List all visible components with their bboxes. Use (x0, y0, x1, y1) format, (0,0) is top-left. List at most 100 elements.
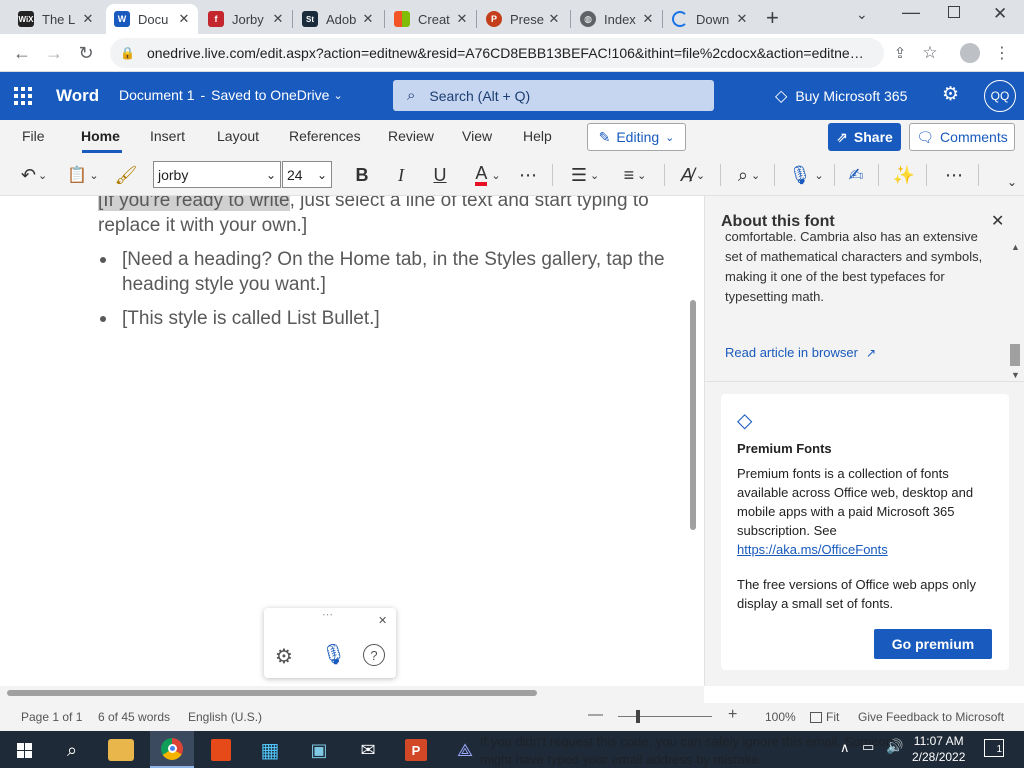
list-item[interactable]: [This style is called List Bullet.] (98, 306, 688, 331)
app-icon[interactable]: ⟁ (450, 735, 480, 765)
fit-button[interactable]: Fit (810, 710, 839, 724)
help-icon[interactable]: ? (363, 644, 385, 666)
drag-handle[interactable]: ⋯ (322, 608, 333, 621)
font-color-button[interactable]: A ⌄ (468, 163, 508, 187)
avatar[interactable]: QQ (984, 80, 1016, 112)
app-name[interactable]: Word (56, 86, 99, 106)
mail-icon[interactable]: ✉ (353, 735, 383, 765)
search-icon[interactable]: ⌕ (57, 735, 87, 765)
close-tab-icon[interactable]: ✕ (270, 11, 286, 27)
search-box[interactable]: ⌕ Search (Alt + Q) (393, 80, 714, 111)
browser-tab-6[interactable]: P Prese ✕ (478, 4, 568, 34)
share-button[interactable]: ⇗ Share (828, 123, 901, 151)
tab-view[interactable]: View (462, 128, 492, 144)
tab-review[interactable]: Review (388, 128, 434, 144)
undo-button[interactable]: ↶ ⌄ (16, 163, 52, 187)
comments-button[interactable]: 🗨 Comments (909, 123, 1015, 151)
buildings-icon[interactable]: ▦ (255, 735, 285, 765)
minimize-icon[interactable]: — (902, 2, 920, 23)
more-commands-icon[interactable]: ⋯ (942, 163, 966, 187)
file-explorer-icon[interactable] (108, 739, 134, 761)
bold-icon[interactable]: B (350, 163, 374, 187)
italic-icon[interactable]: I (389, 163, 413, 187)
horizontal-scrollbar-thumb[interactable] (7, 690, 537, 696)
notification-center-icon[interactable]: 1 (984, 739, 1004, 757)
paste-button[interactable]: 📋 ⌄ (64, 163, 102, 187)
volume-icon[interactable]: 🔊 (886, 738, 903, 755)
reload-icon[interactable]: ↻ (74, 41, 98, 65)
list-item[interactable]: [Need a heading? On the Home tab, in the… (98, 247, 688, 297)
go-premium-button[interactable]: Go premium (874, 629, 992, 659)
close-tab-icon[interactable]: ✕ (454, 11, 470, 27)
align-button[interactable]: ≡ ⌄ (616, 163, 654, 187)
font-size-box[interactable]: 24 ⌄ (282, 161, 332, 188)
panel-scroll-area[interactable]: comfortable. Cambria also has an extensi… (725, 232, 995, 372)
tab-search-icon[interactable]: ⌄ (856, 6, 868, 23)
dictate-button[interactable]: 🎙 ⌄ (786, 163, 826, 187)
network-app-icon[interactable]: ▣ (304, 735, 334, 765)
forward-icon[interactable]: → (42, 41, 66, 65)
dictation-settings-icon[interactable]: ⚙ (275, 644, 293, 669)
scroll-up-icon[interactable]: ▲ (1011, 242, 1020, 252)
bullets-button[interactable]: ☰ ⌄ (566, 163, 604, 187)
chrome-icon[interactable] (150, 731, 194, 768)
new-tab-icon[interactable]: + (766, 5, 779, 31)
close-tab-icon[interactable]: ✕ (640, 11, 656, 27)
word-count[interactable]: 6 of 45 words (98, 710, 170, 724)
panel-scrollbar-thumb[interactable] (1010, 344, 1020, 366)
back-icon[interactable]: ← (10, 41, 34, 65)
editing-mode-button[interactable]: ✎ Editing ⌄ (587, 123, 686, 151)
browser-tab-4[interactable]: St Adob ✕ (294, 4, 382, 34)
document-vertical-scrollbar[interactable] (690, 300, 696, 530)
browser-tab-8[interactable]: Down ✕ (664, 4, 756, 34)
zoom-slider[interactable] (618, 716, 712, 717)
language[interactable]: English (U.S.) (188, 710, 262, 724)
styles-button[interactable]: A̸ ⌄ (674, 163, 712, 187)
browser-tab-1[interactable]: WiX The L ✕ (10, 4, 102, 34)
office-fonts-link[interactable]: https://aka.ms/OfficeFonts (737, 542, 888, 557)
paragraph[interactable]: [If you're ready to write, just select a… (98, 196, 688, 238)
tab-layout[interactable]: Layout (217, 128, 259, 144)
scroll-down-icon[interactable]: ▼ (1011, 370, 1020, 380)
editor-icon[interactable]: ✍ (844, 163, 868, 187)
clock[interactable]: 11:07 AM 2/28/2022 (912, 733, 965, 765)
share-page-icon[interactable]: ⇪ (888, 41, 912, 65)
more-font-options-icon[interactable]: ⋯ (516, 163, 540, 187)
windows-start-icon[interactable] (9, 735, 39, 765)
underline-icon[interactable]: U (428, 163, 452, 187)
close-tab-icon[interactable]: ✕ (360, 11, 376, 27)
browser-tab-5[interactable]: Creat ✕ (386, 4, 476, 34)
network-icon[interactable]: ▭ (862, 739, 874, 755)
tab-help[interactable]: Help (523, 128, 552, 144)
tab-insert[interactable]: Insert (150, 128, 185, 144)
powerpoint-icon[interactable]: P (401, 735, 431, 765)
browser-menu-icon[interactable]: ⋮ (990, 41, 1014, 65)
browser-tab-2[interactable]: W Docu ✕ (106, 4, 198, 34)
designer-icon[interactable]: ✨ (892, 163, 916, 187)
app-launcher-icon[interactable] (14, 87, 32, 105)
settings-gear-icon[interactable]: ⚙ (942, 83, 959, 106)
zoom-slider-thumb[interactable] (636, 710, 640, 723)
tab-home[interactable]: Home (81, 128, 120, 144)
close-tab-icon[interactable]: ✕ (734, 11, 750, 27)
document-title-menu[interactable]: Document 1 - Saved to OneDrive ⌄ (119, 87, 343, 103)
close-window-icon[interactable]: ✕ (993, 4, 1007, 24)
tab-references[interactable]: References (289, 128, 361, 144)
office-icon[interactable] (206, 735, 236, 765)
address-bar[interactable]: 🔒 onedrive.live.com/edit.aspx?action=edi… (110, 38, 884, 68)
font-name-box[interactable]: jorby ⌄ (153, 161, 281, 188)
dictation-toolbar[interactable]: ⋯ ✕ ⚙ 🎙 ? (264, 608, 396, 678)
read-article-link[interactable]: Read article in browser ↗ (725, 345, 995, 360)
close-tab-icon[interactable]: ✕ (80, 11, 96, 27)
selected-text[interactable]: [If you're ready to write (98, 196, 290, 211)
profile-icon[interactable] (960, 43, 980, 63)
document-body[interactable]: [If you're ready to write, just select a… (98, 196, 688, 331)
close-tab-icon[interactable]: ✕ (176, 11, 192, 27)
close-icon[interactable]: ✕ (378, 614, 387, 627)
buy-microsoft-365-button[interactable]: ◇ Buy Microsoft 365 (775, 86, 907, 106)
feedback-link[interactable]: Give Feedback to Microsoft (858, 710, 1004, 724)
close-panel-icon[interactable]: ✕ (991, 211, 1004, 231)
find-button[interactable]: ⌕ ⌄ (730, 163, 768, 187)
browser-tab-3[interactable]: f Jorby ✕ (200, 4, 292, 34)
browser-tab-7[interactable]: ◍ Index ✕ (572, 4, 662, 34)
